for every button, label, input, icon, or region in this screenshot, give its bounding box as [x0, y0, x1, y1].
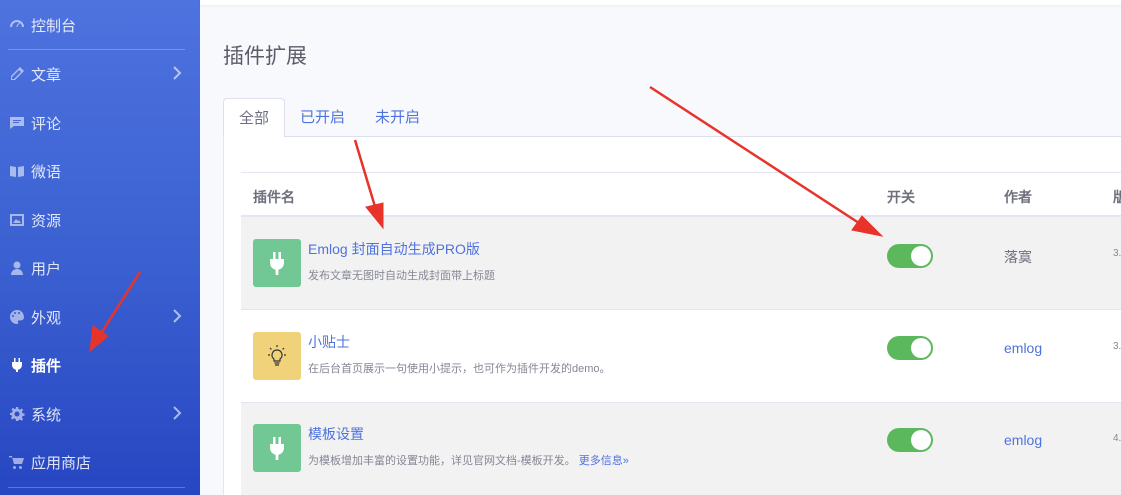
sidebar-item-plugins[interactable]: 插件	[0, 345, 200, 385]
gauge-icon	[8, 16, 26, 34]
column-header-author: 作者	[1004, 189, 1032, 205]
plugin-author-link[interactable]: emlog	[1004, 432, 1042, 448]
sidebar-item-label: 资源	[31, 212, 62, 230]
table-row: Emlog 封面自动生成PRO版 发布文章无图时自动生成封面带上标题 落寞 3.	[241, 217, 1121, 310]
plug-icon	[253, 424, 301, 472]
chevron-right-icon	[172, 309, 184, 325]
plugin-toggle[interactable]	[887, 336, 933, 360]
toggle-knob	[911, 338, 931, 358]
page-title: 插件扩展	[223, 45, 307, 68]
sidebar-item-store[interactable]: 应用商店	[0, 442, 200, 482]
sidebar-item-label: 外观	[31, 309, 62, 327]
plugin-description: 为模板增加丰富的设置功能，详见官网文档-模板开发。	[308, 455, 576, 467]
tab-disabled[interactable]: 未开启	[360, 98, 435, 137]
chevron-right-icon	[172, 66, 184, 82]
plugin-author-link[interactable]: emlog	[1004, 340, 1042, 356]
sidebar-divider	[8, 49, 185, 50]
toggle-knob	[911, 246, 931, 266]
chevron-right-icon	[172, 406, 184, 422]
lightbulb-icon	[253, 332, 301, 380]
cart-icon	[8, 453, 26, 471]
column-header-name: 插件名	[253, 189, 295, 205]
sidebar-item-articles[interactable]: 文章	[0, 54, 200, 94]
column-header-version: 版	[1113, 189, 1121, 205]
sidebar-item-label: 控制台	[31, 17, 77, 35]
sidebar-item-appearance[interactable]: 外观	[0, 297, 200, 337]
plugin-description: 发布文章无图时自动生成封面带上标题	[308, 270, 495, 282]
tab-all[interactable]: 全部	[223, 98, 286, 138]
tab-enabled[interactable]: 已开启	[285, 98, 360, 137]
plugin-description-line: 为模板增加丰富的设置功能，详见官网文档-模板开发。 更多信息»	[308, 452, 629, 468]
table-header: 插件名 开关 作者 版	[241, 172, 1121, 217]
column-header-switch: 开关	[887, 189, 915, 205]
sidebar-divider	[8, 487, 185, 488]
plugin-version: 3.	[1113, 248, 1121, 259]
sticky-note-icon	[8, 162, 26, 180]
table-row: 模板设置 为模板增加丰富的设置功能，详见官网文档-模板开发。 更多信息» eml…	[241, 403, 1121, 495]
sidebar-item-comments[interactable]: 评论	[0, 103, 200, 143]
gear-icon	[8, 405, 26, 423]
sidebar-item-dashboard[interactable]: 控制台	[0, 5, 200, 45]
plugin-name-link[interactable]: Emlog 封面自动生成PRO版	[308, 239, 480, 259]
sidebar-item-label: 插件	[31, 357, 62, 375]
plugin-name-link[interactable]: 模板设置	[308, 424, 364, 444]
sidebar-item-media[interactable]: 资源	[0, 200, 200, 240]
topbar	[200, 0, 1121, 5]
plugin-version: 4.	[1113, 433, 1121, 444]
palette-icon	[8, 308, 26, 326]
plugin-toggle[interactable]	[887, 428, 933, 452]
sidebar-item-users[interactable]: 用户	[0, 248, 200, 288]
image-icon	[8, 211, 26, 229]
sidebar-item-label: 评论	[31, 115, 62, 133]
sidebar-item-label: 应用商店	[31, 454, 92, 472]
sidebar-item-label: 文章	[31, 66, 62, 84]
table-row: 小贴士 在后台首页展示一句使用小提示，也可作为插件开发的demo。 emlog …	[241, 310, 1121, 403]
plugin-description: 在后台首页展示一句使用小提示，也可作为插件开发的demo。	[308, 363, 611, 375]
plug-icon	[253, 239, 301, 287]
plugin-name-link[interactable]: 小贴士	[308, 332, 350, 352]
more-info-link[interactable]: 更多信息»	[579, 455, 629, 467]
pencil-icon	[8, 65, 26, 83]
toggle-knob	[911, 430, 931, 450]
plug-icon	[8, 356, 26, 374]
plugin-author: 落寞	[1004, 249, 1032, 265]
sidebar-item-twitter[interactable]: 微语	[0, 151, 200, 191]
plugin-filter-tabs: 全部 已开启 未开启	[223, 98, 1121, 138]
plugin-version: 3.	[1113, 341, 1121, 352]
sidebar-item-label: 用户	[31, 260, 62, 278]
user-icon	[8, 259, 26, 277]
sidebar-item-label: 系统	[31, 406, 62, 424]
sidebar-item-label: 微语	[31, 163, 62, 181]
sidebar: 控制台 文章 评论 微语 资源 用户 外观 插件 系统 应用商店	[0, 0, 200, 495]
plugin-toggle[interactable]	[887, 244, 933, 268]
comment-icon	[8, 114, 26, 132]
sidebar-item-system[interactable]: 系统	[0, 394, 200, 434]
